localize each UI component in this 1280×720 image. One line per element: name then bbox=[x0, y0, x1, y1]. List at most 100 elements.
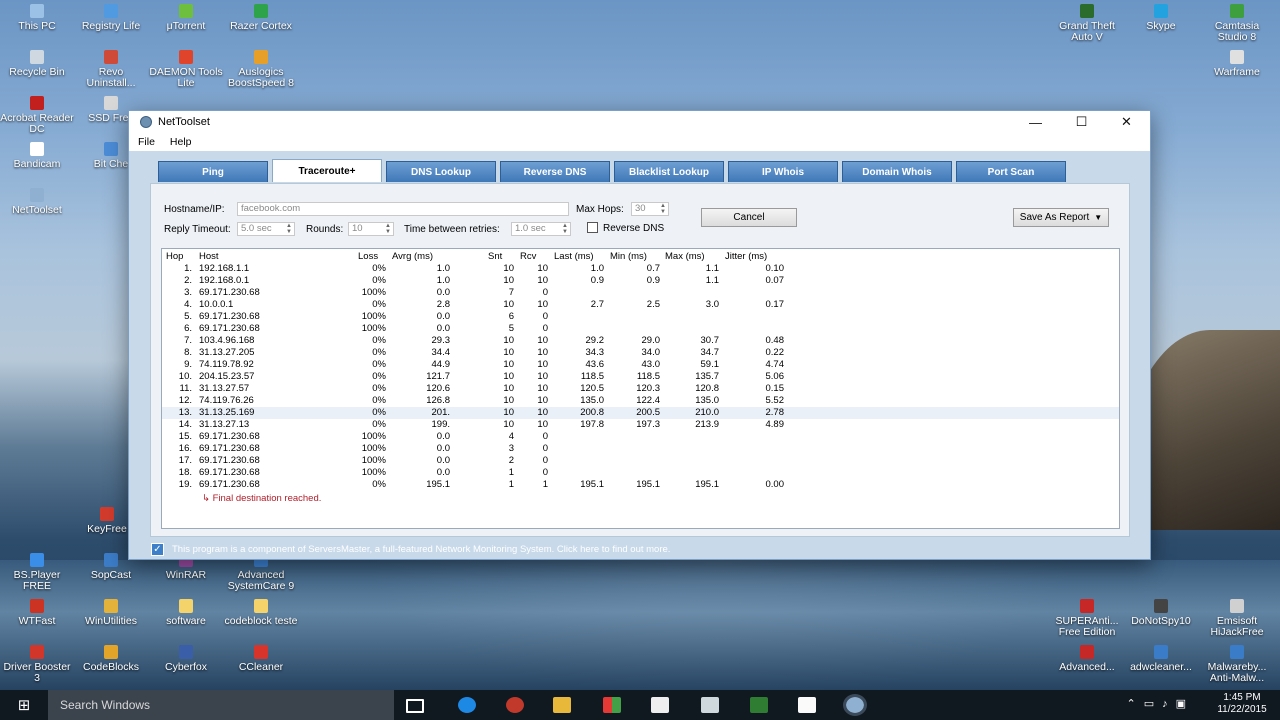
desktop-icon[interactable]: CCleaner bbox=[224, 645, 298, 673]
menu-help[interactable]: Help bbox=[170, 136, 192, 148]
rounds-spinner-icon[interactable]: ▲ ▼ bbox=[383, 223, 393, 235]
search-box[interactable]: Search Windows bbox=[48, 690, 394, 720]
desktop-icon[interactable]: CodeBlocks bbox=[74, 645, 148, 673]
desktop-icon[interactable]: Recycle Bin bbox=[0, 50, 74, 78]
desktop-icon[interactable]: NetToolset bbox=[0, 188, 74, 216]
file-explorer-icon[interactable] bbox=[553, 697, 571, 713]
desktop-icon[interactable]: WTFast bbox=[0, 599, 74, 627]
maximize-button[interactable]: ☐ bbox=[1059, 111, 1104, 133]
retries-spinner-icon[interactable]: ▲ ▼ bbox=[560, 223, 570, 235]
column-header[interactable]: Host bbox=[199, 251, 219, 263]
edge-icon[interactable] bbox=[458, 697, 476, 713]
table-row[interactable]: 1. 192.168.1.1 0% 1.0 10 10 1.0 0.7 1.1 0.10 bbox=[162, 263, 1119, 275]
task-view-icon[interactable] bbox=[406, 699, 424, 713]
column-header[interactable]: Min (ms) bbox=[610, 251, 647, 263]
table-row[interactable]: 6. 69.171.230.68 100% 0.0 5 0 bbox=[162, 323, 1119, 335]
max-hops-spinner-icon[interactable]: ▲ ▼ bbox=[658, 203, 668, 215]
table-row[interactable]: 12. 74.119.76.26 0% 126.8 10 10 135.0 122.4 135.… bbox=[162, 395, 1119, 407]
taskbar-app2-icon[interactable] bbox=[798, 697, 816, 713]
banner-checkbox-icon[interactable]: ✓ bbox=[151, 542, 164, 556]
column-header[interactable]: Avrg (ms) bbox=[392, 251, 433, 263]
column-header[interactable]: Last (ms) bbox=[554, 251, 594, 263]
table-row[interactable]: 8. 31.13.27.205 0% 34.4 10 10 34.3 34.0 34.7 0.22 bbox=[162, 347, 1119, 359]
desktop-icon[interactable]: Advanced... bbox=[1050, 645, 1124, 673]
camtasia-taskbar-icon[interactable] bbox=[750, 697, 768, 713]
table-row[interactable]: 9. 74.119.78.92 0% 44.9 10 10 43.6 43.0 59.1 4.74 bbox=[162, 359, 1119, 371]
desktop-icon[interactable]: DoNotSpy10 bbox=[1124, 599, 1198, 627]
desktop-icon[interactable]: Razer Cortex bbox=[224, 4, 298, 32]
table-row[interactable]: 5. 69.171.230.68 100% 0.0 6 0 bbox=[162, 311, 1119, 323]
desktop-icon[interactable]: Auslogics BoostSpeed 8 bbox=[224, 50, 298, 89]
column-header[interactable]: Jitter (ms) bbox=[725, 251, 767, 263]
table-row[interactable]: 11. 31.13.27.57 0% 120.6 10 10 120.5 120.3 120.8… bbox=[162, 383, 1119, 395]
desktop-icon[interactable]: Skype bbox=[1124, 4, 1198, 32]
system-tray-icons[interactable]: ⌃▭♪▣ bbox=[1126, 697, 1194, 710]
table-row[interactable]: 7. 103.4.96.168 0% 29.3 10 10 29.2 29.0 30.7 0.48 bbox=[162, 335, 1119, 347]
clock[interactable]: 1:45 PM 11/22/2015 bbox=[1212, 692, 1272, 716]
desktop-icon[interactable]: SUPERAnti... Free Edition bbox=[1050, 599, 1124, 638]
table-row[interactable]: 10. 204.15.23.57 0% 121.7 10 10 118.5 118.5 135.… bbox=[162, 371, 1119, 383]
desktop-icon[interactable]: Grand Theft Auto V bbox=[1050, 4, 1124, 43]
table-row[interactable]: 17. 69.171.230.68 100% 0.0 2 0 bbox=[162, 455, 1119, 467]
desktop-icon[interactable]: Registry Life bbox=[74, 4, 148, 32]
tab-reverse-dns[interactable]: Reverse DNS bbox=[500, 161, 610, 182]
desktop-icon[interactable]: Cyberfox bbox=[149, 645, 223, 673]
column-header[interactable]: Hop bbox=[166, 251, 183, 263]
tab-traceroute-[interactable]: Traceroute+ bbox=[272, 159, 382, 182]
hostname-input[interactable]: facebook.com bbox=[237, 202, 569, 216]
retries-input[interactable]: 1.0 sec ▲ ▼ bbox=[511, 222, 571, 236]
desktop-icon[interactable]: Bandicam bbox=[0, 142, 74, 170]
table-row[interactable]: 14. 31.13.27.13 0% 199. 10 10 197.8 197.3 213.9 4… bbox=[162, 419, 1119, 431]
store-icon[interactable] bbox=[651, 697, 669, 713]
taskbar-app-icon[interactable] bbox=[701, 697, 719, 713]
tab-domain-whois[interactable]: Domain Whois bbox=[842, 161, 952, 182]
column-header[interactable]: Rcv bbox=[520, 251, 536, 263]
start-button[interactable]: ⊞ bbox=[0, 690, 48, 720]
save-as-report-button[interactable]: Save As Report ▼ bbox=[1013, 208, 1109, 227]
desktop-icon[interactable]: adwcleaner... bbox=[1124, 645, 1198, 673]
desktop-icon[interactable]: Warframe bbox=[1200, 50, 1274, 78]
desktop-icon[interactable]: Camtasia Studio 8 bbox=[1200, 4, 1274, 43]
title-bar[interactable]: NetToolset — ☐ ✕ bbox=[129, 111, 1150, 133]
table-row[interactable]: 13. 31.13.25.169 0% 201. 10 10 200.8 200.5 210.0… bbox=[162, 407, 1119, 419]
table-row[interactable]: 2. 192.168.0.1 0% 1.0 10 10 0.9 0.9 1.1 0.07 bbox=[162, 275, 1119, 287]
table-row[interactable]: 4. 10.0.0.1 0% 2.8 10 10 2.7 2.5 3.0 0.17 bbox=[162, 299, 1119, 311]
tab-ping[interactable]: Ping bbox=[158, 161, 268, 182]
desktop-icon[interactable]: WinUtilities bbox=[74, 599, 148, 627]
banner-text[interactable]: This program is a component of ServersMa… bbox=[172, 544, 670, 555]
column-header[interactable]: Loss bbox=[358, 251, 378, 263]
reply-timeout-input[interactable]: 5.0 sec ▲ ▼ bbox=[237, 222, 295, 236]
desktop-icon[interactable]: Malwareby... Anti-Malw... bbox=[1200, 645, 1274, 684]
tab-port-scan[interactable]: Port Scan bbox=[956, 161, 1066, 182]
desktop-icon[interactable]: Driver Booster 3 bbox=[0, 645, 74, 684]
table-row[interactable]: 15. 69.171.230.68 100% 0.0 4 0 bbox=[162, 431, 1119, 443]
desktop-icon[interactable]: Acrobat Reader DC bbox=[0, 96, 74, 135]
desktop-icon[interactable]: Revo Uninstall... bbox=[74, 50, 148, 89]
max-hops-input[interactable]: 30 ▲ ▼ bbox=[631, 202, 669, 216]
tab-ip-whois[interactable]: IP Whois bbox=[728, 161, 838, 182]
desktop-icon[interactable]: software bbox=[149, 599, 223, 627]
desktop-icon[interactable]: codeblock teste bbox=[224, 599, 298, 627]
table-row[interactable]: 18. 69.171.230.68 100% 0.0 1 0 bbox=[162, 467, 1119, 479]
tab-blacklist-lookup[interactable]: Blacklist Lookup bbox=[614, 161, 724, 182]
minimize-button[interactable]: — bbox=[1013, 111, 1058, 133]
desktop-icon[interactable]: DAEMON Tools Lite bbox=[149, 50, 223, 89]
reply-timeout-spinner-icon[interactable]: ▲ ▼ bbox=[284, 223, 294, 235]
reverse-dns-checkbox[interactable] bbox=[587, 222, 598, 233]
razer-taskbar-icon[interactable] bbox=[506, 697, 524, 713]
rounds-input[interactable]: 10 ▲ ▼ bbox=[348, 222, 394, 236]
column-header[interactable]: Snt bbox=[488, 251, 502, 263]
nettoolset-taskbar-icon[interactable] bbox=[843, 694, 867, 716]
desktop-icon[interactable]: BS.Player FREE bbox=[0, 553, 74, 592]
tab-dns-lookup[interactable]: DNS Lookup bbox=[386, 161, 496, 182]
table-row[interactable]: 16. 69.171.230.68 100% 0.0 3 0 bbox=[162, 443, 1119, 455]
desktop-icon[interactable]: μTorrent bbox=[149, 4, 223, 32]
close-button[interactable]: ✕ bbox=[1104, 111, 1149, 133]
column-header[interactable]: Max (ms) bbox=[665, 251, 705, 263]
menu-file[interactable]: File bbox=[138, 136, 155, 148]
app-taskbar-icon[interactable] bbox=[603, 697, 621, 713]
desktop-icon[interactable]: This PC bbox=[0, 4, 74, 32]
results-table[interactable]: Hop Host Loss Avrg (ms) Snt Rcv Last (ms) Min (… bbox=[161, 248, 1120, 529]
servers-master-banner[interactable]: ✓ This program is a component of Servers… bbox=[151, 541, 1131, 557]
cancel-button[interactable]: Cancel bbox=[701, 208, 797, 227]
